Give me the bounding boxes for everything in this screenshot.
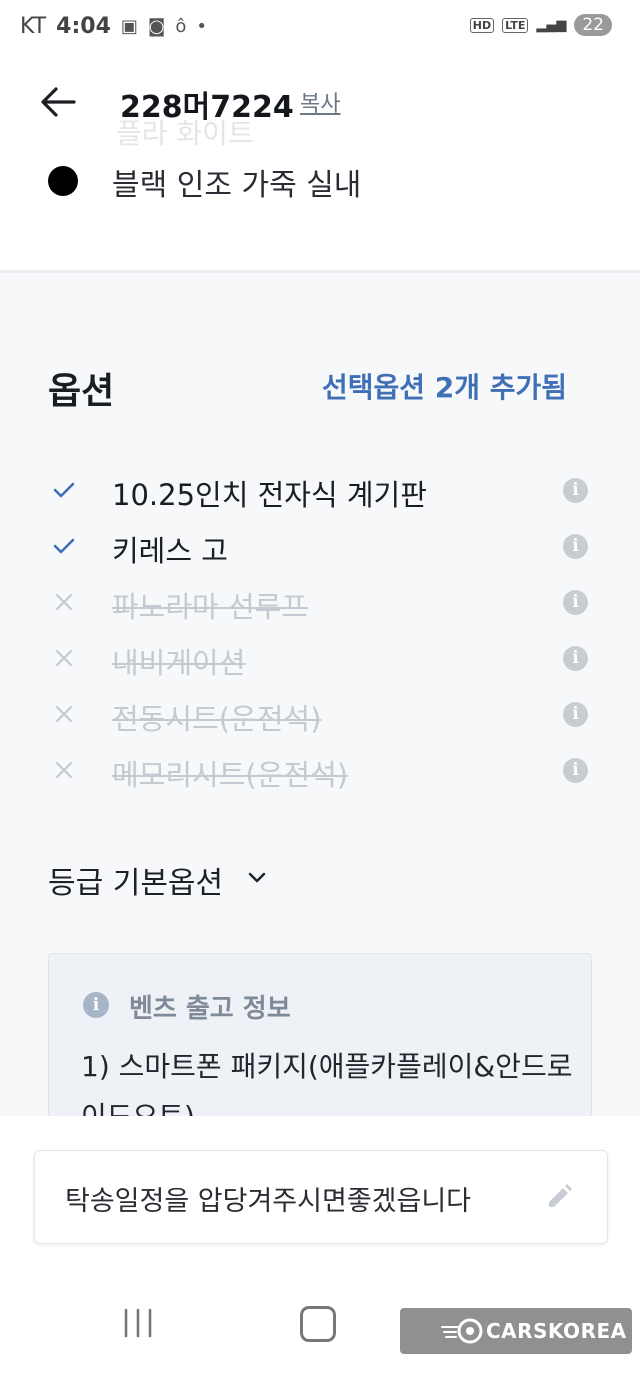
watermark-text: CARSKOREA [486, 1319, 627, 1343]
option-item: 전동시트(운전석) i [0, 690, 640, 746]
hd-badge: HD [469, 17, 495, 33]
vehicle-header: 플라 화이트 228머7224 복사 블랙 인조 가죽 실내 [0, 56, 640, 273]
info-icon[interactable]: i [563, 758, 588, 783]
cross-icon [55, 593, 73, 611]
option-label: 10.25인치 전자식 계기판 [112, 478, 427, 512]
watermark-logo: CARSKOREA [400, 1308, 632, 1354]
recent-apps-icon[interactable] [120, 1308, 156, 1338]
interior-color-swatch [48, 166, 78, 196]
option-item: 파노라마 선루프 i [0, 578, 640, 634]
system-nav-bar: CARSKOREA [0, 1284, 640, 1373]
carrier-label: KT [20, 14, 47, 39]
option-label: 전동시트(운전석) [112, 702, 322, 736]
back-arrow-icon[interactable] [38, 84, 78, 120]
options-title: 옵션 [48, 371, 115, 412]
plate-number: 228머7224 [120, 90, 294, 125]
cross-icon [55, 649, 73, 667]
delivery-info-box: i 벤츠 출고 정보 1) 스마트폰 패키지(애플카플레이&안드로이드오토) [48, 953, 592, 1130]
battery-indicator: 22 [574, 14, 612, 36]
options-added-summary: 선택옵션 2개 추가됨 [322, 371, 568, 404]
screenshot-icon: ▣ [120, 16, 138, 37]
option-label: 키레스 고 [112, 534, 228, 568]
option-item: 내비게이션 i [0, 634, 640, 690]
notice-title: 벤츠 출고 정보 [129, 994, 291, 1024]
option-label: 파노라마 선루프 [112, 590, 308, 624]
notification-icon: ô [175, 16, 187, 37]
info-icon[interactable]: i [563, 702, 588, 727]
dot-icon: • [196, 16, 208, 37]
status-bar: KT 4:04 ▣ ◙ ô • HD LTE ▂▄▆ 22 [0, 0, 640, 56]
copy-link[interactable]: 복사 [300, 86, 340, 118]
chevron-down-icon[interactable] [246, 866, 268, 888]
info-icon[interactable]: i [563, 534, 588, 559]
lte-badge: LTE [502, 17, 529, 33]
info-icon[interactable]: i [563, 590, 588, 615]
cross-icon [55, 761, 73, 779]
pencil-icon[interactable] [543, 1181, 575, 1213]
check-icon [53, 482, 75, 498]
clock: 4:04 [56, 14, 111, 39]
voicemail-icon: ◙ [147, 16, 166, 37]
info-icon: i [83, 992, 109, 1018]
info-icon[interactable]: i [563, 646, 588, 671]
memo-text: 탁송일정을 압당겨주시면좋겠읍니다 [65, 1186, 472, 1217]
home-button[interactable] [300, 1306, 336, 1342]
info-icon[interactable]: i [563, 478, 588, 503]
option-item: 10.25인치 전자식 계기판 i [0, 466, 640, 522]
option-item: 메모리시트(운전석) i [0, 746, 640, 802]
option-item: 키레스 고 i [0, 522, 640, 578]
signal-icon: ▂▄▆ [536, 17, 567, 33]
carskorea-logo-icon [441, 1318, 483, 1344]
cross-icon [55, 705, 73, 723]
memo-field[interactable]: 탁송일정을 압당겨주시면좋겠읍니다 [34, 1150, 608, 1244]
option-label: 내비게이션 [112, 646, 246, 680]
option-label: 메모리시트(운전석) [112, 758, 349, 792]
grade-basic-options-toggle[interactable]: 등급 기본옵션 [48, 858, 223, 902]
check-icon [53, 538, 75, 554]
interior-label: 블랙 인조 가죽 실내 [112, 168, 362, 203]
